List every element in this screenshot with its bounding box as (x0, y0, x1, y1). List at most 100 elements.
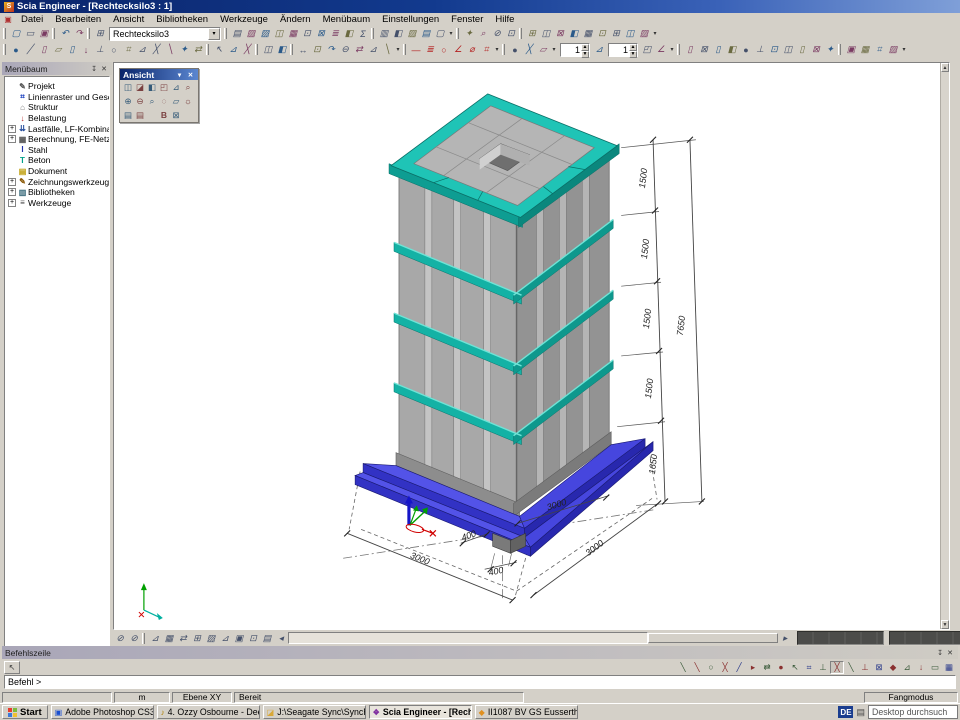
menu-datei[interactable]: Datei (15, 14, 49, 25)
activity3-icon[interactable]: ▯ (711, 43, 725, 56)
star2-icon[interactable]: ✦ (177, 43, 191, 56)
command-input[interactable]: Befehl > (4, 675, 956, 689)
mirror-icon[interactable]: ⇄ (191, 43, 205, 56)
expand-icon[interactable]: + (8, 125, 16, 133)
activity5-icon[interactable]: ● (739, 43, 753, 56)
frame-icon[interactable]: ⊡ (246, 632, 260, 645)
dim-label-400-width[interactable]: 400 (488, 565, 505, 578)
column-icon[interactable]: ▯ (37, 43, 51, 56)
snap-arc-icon[interactable]: ○ (704, 661, 718, 674)
expand-icon[interactable]: + (8, 135, 16, 143)
pin-icon[interactable]: ↧ (935, 648, 945, 658)
snap-grid-icon[interactable]: ⌗ (802, 661, 816, 674)
activity1-icon[interactable]: ▯ (683, 43, 697, 56)
menu-bearbeiten[interactable]: Bearbeiten (49, 14, 107, 25)
snap-perp-icon[interactable]: ⊥ (858, 661, 872, 674)
dim-label-1500-2[interactable]: 1500 (639, 238, 651, 259)
toolbar-grip[interactable] (3, 44, 6, 55)
gallery2-icon[interactable]: ▨ (405, 27, 419, 40)
zoom-window-icon[interactable]: ⌕ (146, 95, 158, 107)
dim-label-3000-left[interactable]: 3000 (409, 550, 431, 567)
horizontal-scrollbar[interactable] (288, 632, 648, 644)
triangle-icon[interactable]: ⊿ (218, 632, 232, 645)
ansicht-palette[interactable]: Ansicht ▾ ✕ ◫ ◪ ◧ ◰ ⊿ ⌕ ⊕ ⊖ ⌕ ◌ ▱ ☼ (119, 68, 199, 123)
menu-menubaum[interactable]: Menübaum (317, 14, 377, 25)
raster-icon[interactable]: ▦ (162, 632, 176, 645)
bitmap-icon[interactable]: B (158, 109, 170, 121)
snap-cursor-icon[interactable]: ↖ (788, 661, 802, 674)
befehlszeile-header[interactable]: Befehlszeile ↧ ✕ (2, 646, 958, 659)
layer3-icon[interactable]: ⊠ (553, 27, 567, 40)
title-bar[interactable]: S Scia Engineer - [Rechtecksilo3 : 1] (0, 0, 960, 13)
spinner-down-icon[interactable]: ▼ (581, 51, 589, 58)
toolbar-grip[interactable] (519, 28, 522, 39)
view-x-icon[interactable]: ◫ (122, 81, 134, 93)
status-snap-mode[interactable]: Fangmodus (864, 692, 958, 703)
chevron-down-icon[interactable]: ▾ (394, 43, 402, 56)
toolbar-grip[interactable] (224, 28, 227, 39)
print-preview-icon[interactable]: ◧ (391, 27, 405, 40)
plane-xy-icon[interactable]: ⊿ (148, 632, 162, 645)
clipping1-icon[interactable]: ⊘ (113, 632, 127, 645)
plate-icon[interactable]: ▱ (51, 43, 65, 56)
line-icon[interactable]: — (409, 43, 423, 56)
layer4-icon[interactable]: ◧ (567, 27, 581, 40)
project-data-icon[interactable]: ▤ (230, 27, 244, 40)
extend-icon[interactable]: ╲ (380, 43, 394, 56)
tri-icon[interactable]: ⊿ (135, 43, 149, 56)
cross-icon[interactable]: ╳ (149, 43, 163, 56)
open-icon[interactable]: ▭ (23, 27, 37, 40)
menu-ansicht[interactable]: Ansicht (107, 14, 150, 25)
activity8-icon[interactable]: ◫ (781, 43, 795, 56)
layer9-icon[interactable]: ▨ (637, 27, 651, 40)
zoom-all-icon[interactable]: ◌ (158, 95, 170, 107)
save-view-icon[interactable]: ▣ (844, 43, 858, 56)
taskbar-item-scia[interactable]: ❖ Scia Engineer - [Rech... (369, 705, 472, 719)
pointer-mode-icon[interactable]: ↖ (4, 661, 20, 674)
chevron-down-icon[interactable]: ▾ (175, 70, 184, 79)
sheet-icon[interactable]: ≣ (328, 27, 342, 40)
sidebar-item-werkzeuge[interactable]: + ≡ Werkzeuge (7, 198, 109, 209)
scroll-left-icon[interactable]: ◂ (274, 632, 288, 645)
metafile-icon[interactable]: ⊠ (170, 109, 182, 121)
chevron-down-icon[interactable]: ▾ (493, 43, 501, 56)
dimension-icon[interactable]: ≣ (423, 43, 437, 56)
activity9-icon[interactable]: ▯ (795, 43, 809, 56)
sidebar-item-belastung[interactable]: ↓ Belastung (7, 113, 109, 124)
plane-icon[interactable]: ⊿ (592, 43, 606, 56)
mesh-icon[interactable]: ⌗ (121, 43, 135, 56)
project-combo[interactable]: Rechtecksilo3 ▾ (109, 27, 221, 41)
view-plane-icon[interactable]: ⊿ (170, 81, 182, 93)
deselect-icon[interactable]: ╳ (240, 43, 254, 56)
layer5-icon[interactable]: ▦ (581, 27, 595, 40)
ansicht-palette-header[interactable]: Ansicht ▾ ✕ (120, 69, 198, 80)
clipping2-icon[interactable]: ⊘ (127, 632, 141, 645)
copy2-icon[interactable]: ⊡ (504, 27, 518, 40)
rotate-icon[interactable]: ↷ (324, 43, 338, 56)
zoom-select-icon[interactable]: ⌕ (182, 81, 194, 93)
toolbar-grip[interactable] (838, 44, 841, 55)
chevron-down-icon[interactable]: ▾ (651, 27, 659, 40)
toolbar-grip[interactable] (52, 28, 55, 39)
mirror2-icon[interactable]: ⇄ (352, 43, 366, 56)
table-icon[interactable]: ▦ (286, 27, 300, 40)
node2-icon[interactable]: ● (508, 43, 522, 56)
status-plane[interactable]: Ebene XY (172, 692, 232, 703)
visibility2-icon[interactable]: ◧ (275, 43, 289, 56)
toolbar-grip[interactable] (502, 44, 505, 55)
toolbar-grip[interactable] (206, 44, 209, 55)
sidebar-item-struktur[interactable]: ⌂ Struktur (7, 102, 109, 113)
layer-spinner[interactable]: 1 ▲▼ (608, 43, 638, 57)
toolbar-grip[interactable] (456, 28, 459, 39)
wave-icon[interactable]: ⇄ (176, 632, 190, 645)
grid2-icon[interactable]: ⌗ (479, 43, 493, 56)
polyline-icon[interactable]: ╲ (163, 43, 177, 56)
paste-icon[interactable]: ⊠ (314, 27, 328, 40)
snap-box-icon[interactable]: ⊠ (872, 661, 886, 674)
solid-icon[interactable]: ▣ (232, 632, 246, 645)
scroll-up-icon[interactable]: ▲ (941, 63, 949, 72)
menu-einstellungen[interactable]: Einstellungen (376, 14, 445, 25)
print-view-icon[interactable]: ▤ (122, 109, 134, 121)
dim-label-7650[interactable]: 7650 (675, 315, 687, 336)
angle-icon[interactable]: ∠ (451, 43, 465, 56)
